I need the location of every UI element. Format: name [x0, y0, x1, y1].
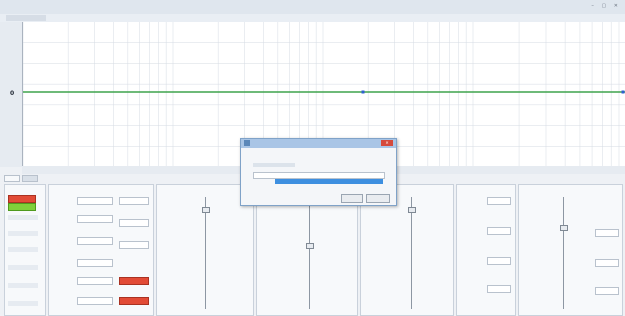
parameter-grid	[48, 184, 154, 316]
param-red-button[interactable]	[119, 297, 149, 305]
slider-track[interactable]	[411, 197, 412, 309]
trace-marker[interactable]	[361, 90, 365, 94]
app-icon	[244, 140, 250, 146]
param-field[interactable]	[77, 297, 113, 305]
channel-item[interactable]	[8, 215, 38, 220]
dialog-title-bar: ✕	[241, 139, 396, 148]
slider-thumb[interactable]	[408, 207, 416, 213]
window-controls[interactable]: – ▢ ✕	[591, 3, 621, 9]
option-field[interactable]	[595, 259, 619, 267]
channel-item[interactable]	[8, 283, 38, 288]
panel-tab[interactable]	[4, 175, 20, 182]
option-field[interactable]	[487, 227, 511, 235]
option-field[interactable]	[595, 229, 619, 237]
channel-item[interactable]	[8, 265, 38, 270]
menu-bar	[0, 14, 625, 22]
close-button[interactable]: ✕	[381, 140, 393, 146]
option-field[interactable]	[487, 257, 511, 265]
slider-group	[518, 184, 623, 316]
dialog-selection[interactable]	[275, 179, 383, 184]
y-axis: 0	[0, 22, 22, 167]
settings-dialog: ✕	[240, 138, 397, 206]
param-red-button[interactable]	[119, 277, 149, 285]
slider-track[interactable]	[563, 197, 564, 309]
panel-tab[interactable]	[22, 175, 38, 182]
param-field[interactable]	[119, 241, 149, 249]
slider-thumb[interactable]	[202, 207, 210, 213]
param-field[interactable]	[77, 215, 113, 223]
menu-strip[interactable]	[6, 15, 46, 21]
param-field[interactable]	[119, 219, 149, 227]
option-field[interactable]	[487, 285, 511, 293]
channel-red-button[interactable]	[8, 195, 36, 203]
dialog-input[interactable]	[253, 172, 385, 179]
slider-track[interactable]	[205, 197, 206, 309]
channel-item[interactable]	[8, 301, 38, 306]
channel-item[interactable]	[8, 231, 38, 236]
slider-thumb[interactable]	[560, 225, 568, 231]
title-bar: – ▢ ✕	[0, 0, 625, 15]
slider-thumb[interactable]	[306, 243, 314, 249]
y-tick-zero: 0	[10, 90, 15, 97]
trace-marker[interactable]	[621, 90, 625, 94]
panel-tabs	[4, 175, 40, 182]
channel-item[interactable]	[8, 247, 38, 252]
param-field[interactable]	[77, 259, 113, 267]
param-field[interactable]	[77, 237, 113, 245]
option-group	[456, 184, 516, 316]
channel-list	[4, 184, 46, 316]
dialog-text-line	[253, 163, 295, 167]
cancel-button[interactable]	[366, 194, 390, 203]
option-field[interactable]	[595, 287, 619, 295]
param-field[interactable]	[119, 197, 149, 205]
param-field[interactable]	[77, 197, 113, 205]
param-field[interactable]	[77, 277, 113, 285]
slider-track[interactable]	[309, 205, 310, 309]
ok-button[interactable]	[341, 194, 363, 203]
channel-green-button[interactable]	[8, 203, 36, 211]
option-field[interactable]	[487, 197, 511, 205]
